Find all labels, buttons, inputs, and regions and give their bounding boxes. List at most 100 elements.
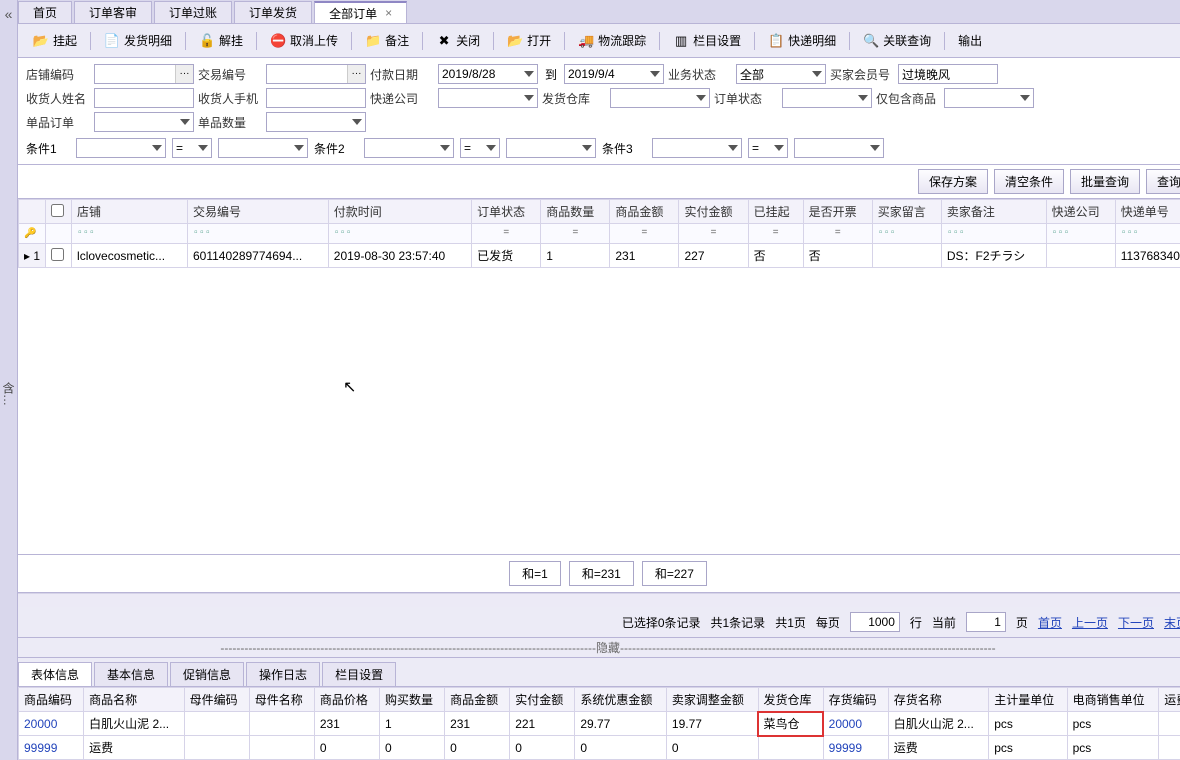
cond-op-1[interactable] [460, 138, 500, 158]
current-page-input[interactable] [966, 612, 1006, 632]
cond-field-0[interactable] [76, 138, 166, 158]
dcol-0[interactable]: 商品编码 [19, 688, 84, 712]
cond-field-1[interactable] [364, 138, 454, 158]
col-7[interactable]: 已挂起 [748, 200, 803, 224]
chk-all[interactable] [46, 200, 72, 224]
dcol-13[interactable]: 主计量单位 [989, 688, 1067, 712]
toolbar-btn-11[interactable]: 输出 [949, 28, 991, 53]
tab-1[interactable]: 订单客审 [74, 1, 152, 23]
last-page-link[interactable]: 末页 [1164, 614, 1180, 631]
express-co-select[interactable] [438, 88, 538, 108]
filter-cell[interactable]: ▫▫▫ [941, 224, 1046, 244]
toolbar-btn-10[interactable]: 🔍关联查询 [854, 28, 940, 53]
biz-status-select[interactable] [736, 64, 826, 84]
tab-4[interactable]: 全部订单× [314, 1, 407, 23]
prev-page-link[interactable]: 上一页 [1072, 614, 1108, 631]
filter-cell[interactable]: = [679, 224, 748, 244]
toolbar-btn-1[interactable]: 📄发货明细 [95, 28, 181, 53]
col-9[interactable]: 买家留言 [872, 200, 941, 224]
orders-grid[interactable]: 店铺交易编号付款时间订单状态商品数量商品金额实付金额已挂起是否开票买家留言卖家备… [18, 199, 1180, 268]
filter-cell[interactable]: ▫▫▫ [1115, 224, 1180, 244]
col-3[interactable]: 订单状态 [472, 200, 541, 224]
dcol-3[interactable]: 母件名称 [249, 688, 314, 712]
per-page-input[interactable] [850, 612, 900, 632]
pay-date-from[interactable] [438, 64, 538, 84]
dcol-4[interactable]: 商品价格 [314, 688, 379, 712]
toolbar-btn-7[interactable]: 🚚物流跟踪 [569, 28, 655, 53]
filter-cell[interactable]: = [803, 224, 872, 244]
collapse-toggle-icon[interactable]: « [5, 6, 13, 22]
filter-cell[interactable]: ▫▫▫ [872, 224, 941, 244]
buyer-id-input[interactable] [898, 64, 998, 84]
filter-cell[interactable]: = [472, 224, 541, 244]
ship-wh-select[interactable] [610, 88, 710, 108]
cond-op-2[interactable] [748, 138, 788, 158]
detail-tab-0[interactable]: 表体信息 [18, 662, 92, 686]
dcol-8[interactable]: 系统优惠金额 [575, 688, 667, 712]
filter-cell[interactable]: = [541, 224, 610, 244]
dcol-10[interactable]: 发货仓库 [758, 688, 823, 712]
filter-cell[interactable]: = [748, 224, 803, 244]
recv-name-input[interactable] [94, 88, 194, 108]
detail-row[interactable]: 20000白肌火山泥 2...231123122129.7719.77菜鸟仓20… [19, 712, 1180, 736]
col-12[interactable]: 快递单号 [1115, 200, 1180, 224]
toolbar-btn-3[interactable]: ⛔取消上传 [261, 28, 347, 53]
dcol-5[interactable]: 购买数量 [379, 688, 444, 712]
filter-cell[interactable]: ▫▫▫ [1046, 224, 1115, 244]
h-scrollbar[interactable] [18, 593, 1180, 607]
col-4[interactable]: 商品数量 [541, 200, 610, 224]
toolbar-btn-0[interactable]: 📂挂起 [24, 28, 86, 53]
detail-row[interactable]: 99999运费00000099999运费pcspcs [19, 736, 1180, 760]
only-contain-select[interactable] [944, 88, 1034, 108]
toolbar-btn-8[interactable]: ▥栏目设置 [664, 28, 750, 53]
dcol-2[interactable]: 母件编码 [184, 688, 249, 712]
detail-tab-3[interactable]: 操作日志 [246, 662, 320, 686]
collapse-bar[interactable]: ----------------------------------------… [18, 638, 1180, 658]
dcol-9[interactable]: 卖家调整金额 [666, 688, 758, 712]
detail-tab-4[interactable]: 栏目设置 [322, 662, 396, 686]
dcol-14[interactable]: 电商销售单位 [1067, 688, 1159, 712]
col-1[interactable]: 交易编号 [188, 200, 329, 224]
store-code-picker[interactable]: ··· [175, 65, 193, 83]
single-order-select[interactable] [94, 112, 194, 132]
toolbar-btn-6[interactable]: 📂打开 [498, 28, 560, 53]
dcol-11[interactable]: 存货编码 [823, 688, 888, 712]
dcol-15[interactable]: 运费 [1159, 688, 1180, 712]
col-10[interactable]: 卖家备注 [941, 200, 1046, 224]
toolbar-btn-5[interactable]: ✖关闭 [427, 28, 489, 53]
col-11[interactable]: 快递公司 [1046, 200, 1115, 224]
cond-op-0[interactable] [172, 138, 212, 158]
tab-0[interactable]: 首页 [18, 1, 72, 23]
recv-phone-input[interactable] [266, 88, 366, 108]
dcol-12[interactable]: 存货名称 [888, 688, 988, 712]
toolbar-btn-9[interactable]: 📋快递明细 [759, 28, 845, 53]
col-6[interactable]: 实付金额 [679, 200, 748, 224]
tab-3[interactable]: 订单发货 [234, 1, 312, 23]
detail-grid[interactable]: 商品编码商品名称母件编码母件名称商品价格购买数量商品金额实付金额系统优惠金额卖家… [18, 687, 1180, 760]
dcol-1[interactable]: 商品名称 [84, 688, 184, 712]
clear-cond-button[interactable]: 清空条件 [994, 169, 1064, 194]
toolbar-btn-2[interactable]: 🔓解挂 [190, 28, 252, 53]
row-checkbox[interactable] [51, 248, 64, 261]
col-2[interactable]: 付款时间 [328, 200, 471, 224]
table-row[interactable]: ▸ 1lclovecosmetic...601140289774694...20… [19, 244, 1180, 268]
order-status-select[interactable] [782, 88, 872, 108]
cond-value-1[interactable] [506, 138, 596, 158]
save-scheme-button[interactable]: 保存方案 [918, 169, 988, 194]
pay-date-to[interactable] [564, 64, 664, 84]
trade-no-picker[interactable]: ··· [347, 65, 365, 83]
batch-query-button[interactable]: 批量查询 [1070, 169, 1140, 194]
query-button[interactable]: 查询 [1146, 169, 1180, 194]
next-page-link[interactable]: 下一页 [1118, 614, 1154, 631]
cond-value-2[interactable] [794, 138, 884, 158]
dcol-6[interactable]: 商品金额 [445, 688, 510, 712]
single-qty-select[interactable] [266, 112, 366, 132]
detail-tab-2[interactable]: 促销信息 [170, 662, 244, 686]
filter-cell[interactable]: ▫▫▫ [72, 224, 188, 244]
close-tab-icon[interactable]: × [385, 6, 392, 20]
toolbar-btn-4[interactable]: 📁备注 [356, 28, 418, 53]
col-5[interactable]: 商品金额 [610, 200, 679, 224]
filter-cell[interactable]: ▫▫▫ [188, 224, 329, 244]
filter-row[interactable]: 🔑▫▫▫▫▫▫▫▫▫======▫▫▫▫▫▫▫▫▫▫▫▫ [19, 224, 1180, 244]
cond-value-0[interactable] [218, 138, 308, 158]
